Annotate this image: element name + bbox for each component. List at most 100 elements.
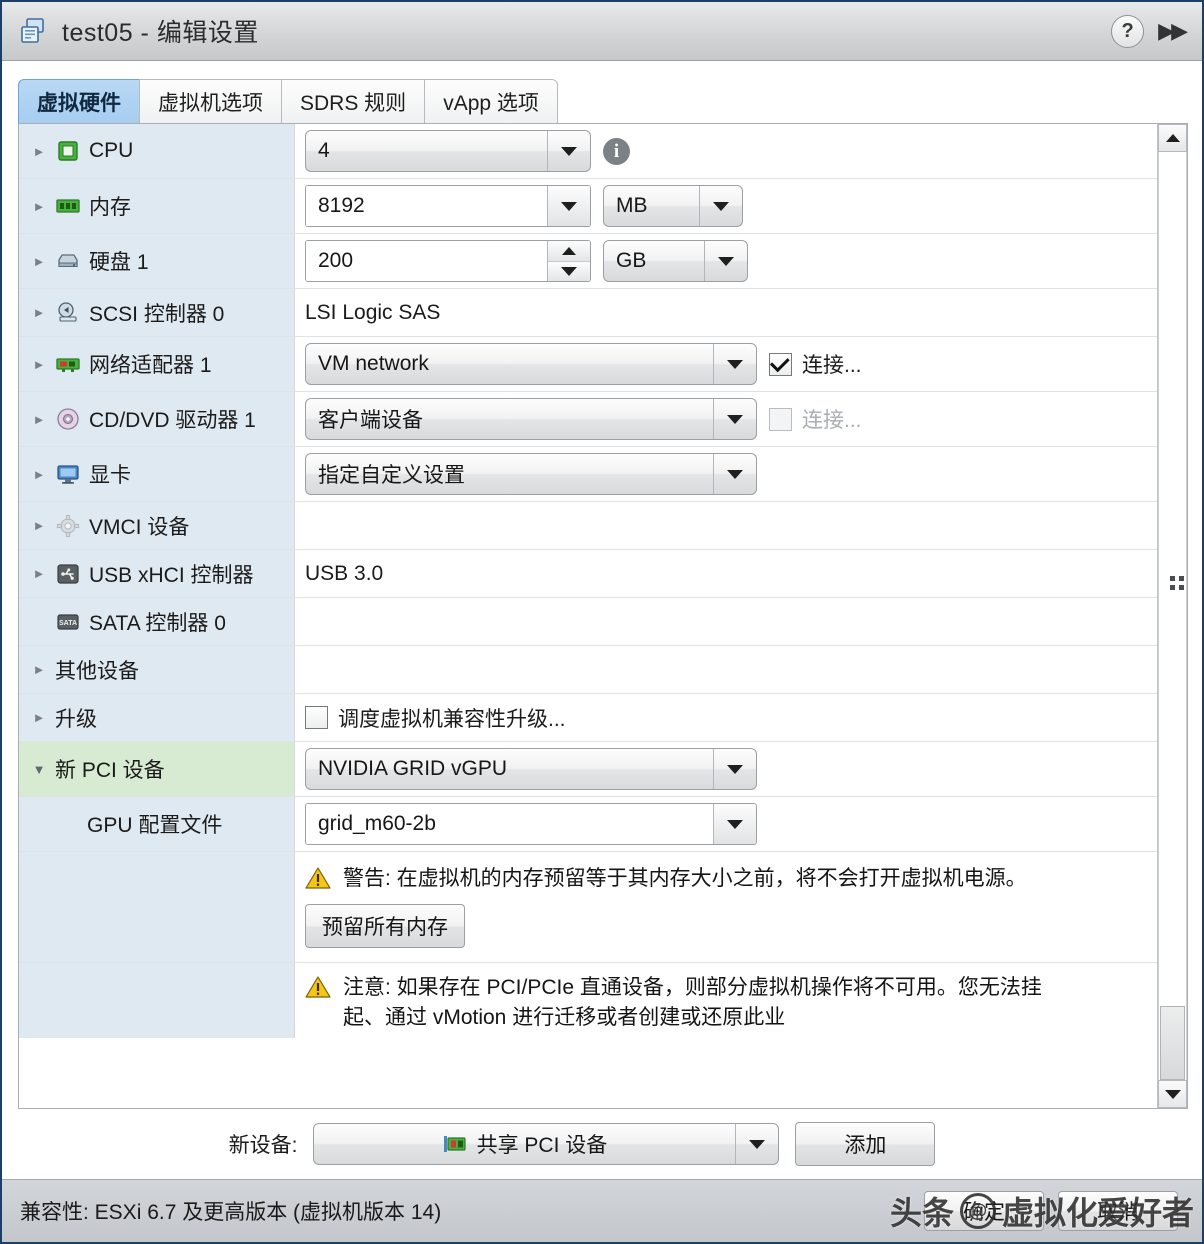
chevron-down-icon[interactable] xyxy=(713,454,756,494)
chevron-down-icon[interactable] xyxy=(713,399,756,439)
chevron-down-icon[interactable] xyxy=(713,749,756,789)
ok-button[interactable]: 确定 xyxy=(924,1191,1044,1231)
device-row-video-card[interactable]: ► 显卡 指定自定义设置 xyxy=(19,447,1157,502)
network-adapter-icon xyxy=(55,351,81,377)
device-value-cell xyxy=(295,502,1157,549)
device-row-network-adapter[interactable]: ► 网络适配器 1 VM network 连接... xyxy=(19,337,1157,392)
device-name: 升级 xyxy=(55,707,97,731)
cancel-button[interactable]: 取消 xyxy=(1058,1191,1178,1231)
disk-size-value[interactable]: 200 xyxy=(306,241,547,281)
device-row-cddvd-drive[interactable]: ► CD/DVD 驱动器 1 客户端设备 连接... xyxy=(19,392,1157,447)
expand-arrow-icon[interactable]: ► xyxy=(31,711,47,724)
scsi-controller-value: LSI Logic SAS xyxy=(305,300,441,324)
vmci-device-icon xyxy=(55,513,81,539)
video-card-value: 指定自定义设置 xyxy=(318,464,465,487)
expand-arrow-icon[interactable]: ► xyxy=(31,255,47,268)
chevron-down-icon[interactable] xyxy=(735,1124,778,1164)
stepper-down-icon[interactable] xyxy=(548,261,590,281)
chevron-down-icon[interactable] xyxy=(699,186,742,226)
chevron-down-icon[interactable] xyxy=(547,186,590,226)
chevron-down-icon[interactable] xyxy=(704,241,747,281)
device-row-memory[interactable]: ► 内存 8192 MB xyxy=(19,179,1157,234)
memory-size-input[interactable]: 8192 xyxy=(305,185,591,227)
gpu-profile-dropdown[interactable]: grid_m60-2b xyxy=(305,803,757,845)
device-row-sata-controller[interactable]: ► SATA SATA 控制器 0 xyxy=(19,598,1157,646)
expand-arrow-icon[interactable]: ► xyxy=(31,519,47,532)
expand-arrow-icon[interactable]: ► xyxy=(31,413,47,426)
device-value-cell: 4 i xyxy=(295,124,1157,178)
expand-arrow-icon[interactable]: ► xyxy=(31,200,47,213)
device-value-cell: VM network 连接... xyxy=(295,337,1157,391)
gpu-profile-label: GPU 配置文件 xyxy=(87,814,223,837)
chevron-down-icon[interactable] xyxy=(713,804,756,844)
tab-sdrs-rules[interactable]: SDRS 规则 xyxy=(281,79,426,123)
expand-arrow-icon[interactable]: ► xyxy=(31,468,47,481)
device-name: USB xHCI 控制器 xyxy=(89,563,254,587)
pci-device-dropdown[interactable]: NVIDIA GRID vGPU xyxy=(305,748,757,790)
dialog-title: test05 - 编辑设置 xyxy=(62,19,259,47)
schedule-compatibility-upgrade-checkbox[interactable]: 调度虚拟机兼容性升级... xyxy=(305,703,566,733)
pci-device-value: NVIDIA GRID vGPU xyxy=(318,757,508,780)
device-label-cell: ► GPU 配置文件 xyxy=(19,797,295,851)
scroll-up-button[interactable] xyxy=(1158,124,1187,152)
device-row-scsi-controller[interactable]: ► SCSI 控制器 0 LSI Logic SAS xyxy=(19,289,1157,337)
new-device-dropdown[interactable]: 共享 PCI 设备 xyxy=(313,1123,780,1165)
device-row-gpu-profile[interactable]: ► GPU 配置文件 grid_m60-2b xyxy=(19,797,1157,852)
virtual-machine-icon xyxy=(18,16,48,46)
device-label-cell: ► 内存 xyxy=(19,179,295,233)
disk-size-stepper[interactable] xyxy=(547,241,590,281)
chevron-down-icon[interactable] xyxy=(713,344,756,384)
scsi-controller-icon xyxy=(55,300,81,326)
reserve-all-memory-button[interactable]: 预留所有内存 xyxy=(305,903,465,948)
stepper-up-icon[interactable] xyxy=(548,241,590,262)
device-row-usb-controller[interactable]: ► USB xHCI 控制器 USB 3.0 xyxy=(19,550,1157,598)
disk-size-input[interactable]: 200 xyxy=(305,240,591,282)
scroll-down-button[interactable] xyxy=(1158,1080,1187,1108)
chevron-double-right-icon[interactable]: ▶▶ xyxy=(1158,18,1188,44)
scrollbar-thumb[interactable] xyxy=(1160,1006,1185,1080)
gpu-warning-cell: 警告: 在虚拟机的内存预留等于其内存大小之前，将不会打开虚拟机电源。 预留所有内… xyxy=(295,852,1157,962)
warning-text: 警告: 在虚拟机的内存预留等于其内存大小之前，将不会打开虚拟机电源。 xyxy=(343,867,1027,890)
resize-grip-icon[interactable] xyxy=(1170,576,1184,590)
device-label-cell: ► 硬盘 1 xyxy=(19,234,295,288)
device-label-cell: ► 显卡 xyxy=(19,447,295,501)
device-label-cell xyxy=(19,852,295,962)
vertical-scrollbar[interactable] xyxy=(1157,124,1187,1108)
network-dropdown[interactable]: VM network xyxy=(305,343,757,385)
device-row-other-devices[interactable]: ► 其他设备 xyxy=(19,646,1157,694)
device-row-new-pci-device[interactable]: ▼ 新 PCI 设备 NVIDIA GRID vGPU xyxy=(19,742,1157,797)
checkbox-box[interactable] xyxy=(769,351,792,376)
chevron-down-icon[interactable] xyxy=(547,131,590,171)
scrollbar-track[interactable] xyxy=(1158,152,1187,1080)
expand-arrow-icon[interactable]: ► xyxy=(31,663,47,676)
expand-arrow-icon[interactable]: ► xyxy=(31,145,47,158)
add-button[interactable]: 添加 xyxy=(795,1122,936,1166)
network-value: VM network xyxy=(318,352,429,375)
expand-arrow-icon[interactable]: ► xyxy=(31,306,47,319)
expand-arrow-icon[interactable]: ► xyxy=(31,567,47,580)
collapse-arrow-icon[interactable]: ▼ xyxy=(31,763,47,776)
new-device-bar: 新设备: 共享 PCI 设备 添加 xyxy=(2,1109,1202,1179)
network-connect-checkbox[interactable]: 连接... xyxy=(769,349,862,379)
help-icon[interactable]: ? xyxy=(1111,14,1145,48)
device-row-upgrade[interactable]: ► 升级 调度虚拟机兼容性升级... xyxy=(19,694,1157,742)
cpu-count-dropdown[interactable]: 4 xyxy=(305,130,591,172)
video-card-dropdown[interactable]: 指定自定义设置 xyxy=(305,453,757,495)
disk-unit-dropdown[interactable]: GB xyxy=(603,240,748,282)
checkbox-box[interactable] xyxy=(305,706,328,729)
expand-arrow-icon[interactable]: ► xyxy=(31,358,47,371)
device-row-cpu[interactable]: ► CPU 4 i xyxy=(19,124,1157,179)
memory-size-value[interactable]: 8192 xyxy=(306,186,547,226)
note-text: 注意: 如果存在 PCI/PCIe 直通设备，则部分虚拟机操作将不可用。您无法挂… xyxy=(343,975,1042,1029)
edit-settings-dialog: test05 - 编辑设置 ? ▶▶ 虚拟硬件 虚拟机选项 SDRS 规则 vA… xyxy=(0,0,1204,1244)
tab-vapp-options[interactable]: vApp 选项 xyxy=(424,79,558,123)
tab-vm-options[interactable]: 虚拟机选项 xyxy=(139,79,282,123)
device-row-vmci-device[interactable]: ► VMCI 设备 xyxy=(19,502,1157,550)
cddvd-drive-icon xyxy=(55,406,81,432)
memory-unit-dropdown[interactable]: MB xyxy=(603,185,743,227)
cddvd-dropdown[interactable]: 客户端设备 xyxy=(305,398,757,440)
tab-virtual-hardware[interactable]: 虚拟硬件 xyxy=(18,79,140,123)
device-row-hard-disk[interactable]: ► 硬盘 1 200 GB xyxy=(19,234,1157,289)
device-value-cell: 调度虚拟机兼容性升级... xyxy=(295,694,1157,741)
info-icon[interactable]: i xyxy=(603,137,630,165)
